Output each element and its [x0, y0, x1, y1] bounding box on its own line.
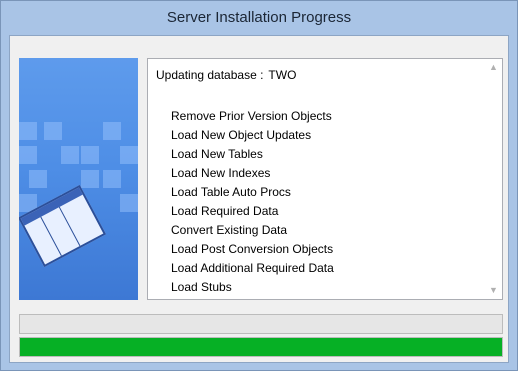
install-step-item: Load New Indexes	[171, 166, 271, 180]
install-step-item: Load Additional Required Data	[171, 261, 334, 275]
install-steps-list: Remove Prior Version Objects Load New Obj…	[171, 107, 334, 297]
install-step-item: Remove Prior Version Objects	[171, 109, 332, 123]
install-step-item: Load Table Auto Procs	[171, 185, 291, 199]
install-step-item: Load New Tables	[171, 147, 263, 161]
database-status-line: Updating database : TWO	[156, 68, 296, 82]
window-client-area: Updating database : TWO Remove Prior Vers…	[9, 35, 509, 363]
install-step-item: Convert Existing Data	[171, 223, 288, 237]
install-step-item: Load Stubs	[171, 280, 232, 294]
install-step-item: Load Post Conversion Objects	[171, 242, 334, 256]
step-progress-bar	[19, 314, 503, 334]
overall-progress-fill	[20, 338, 502, 356]
installer-window: Server Installation Progress Updating da…	[0, 0, 518, 371]
install-step-item: Load Required Data	[171, 204, 279, 218]
database-name: TWO	[268, 68, 297, 82]
chevron-up-icon[interactable]: ▲	[485, 59, 502, 76]
database-illustration	[19, 58, 138, 300]
install-step-item: Load New Object Updates	[171, 128, 312, 142]
database-label: Updating database :	[156, 68, 264, 82]
chevron-down-icon[interactable]: ▼	[485, 282, 502, 299]
window-title: Server Installation Progress	[166, 9, 352, 26]
overall-progress-bar	[19, 337, 503, 357]
log-scrollbar[interactable]: ▲ ▼	[485, 59, 502, 299]
progress-log-panel: Updating database : TWO Remove Prior Vers…	[147, 58, 503, 300]
title-bar[interactable]: Server Installation Progress	[1, 1, 517, 35]
